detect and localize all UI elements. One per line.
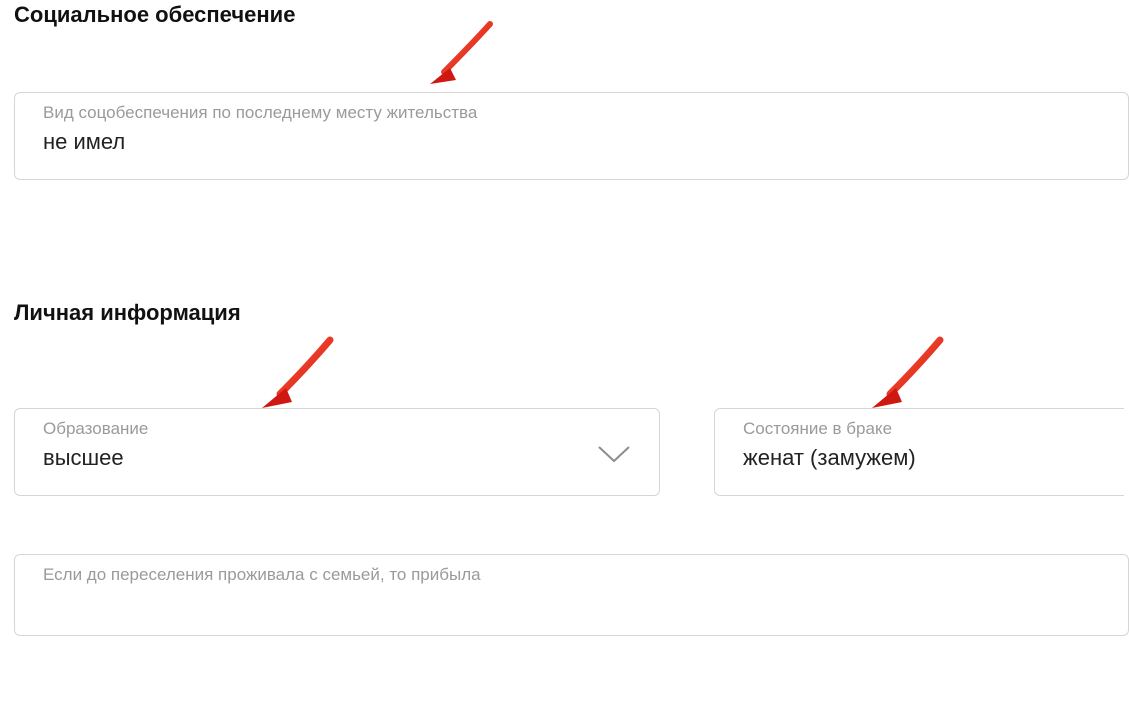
- family-arrival-field[interactable]: Если до переселения проживала с семьей, …: [14, 554, 1129, 636]
- personal-info-heading: Личная информация: [14, 300, 1129, 326]
- social-security-label: Вид соцобеспечения по последнему месту ж…: [43, 103, 1110, 123]
- education-select[interactable]: Образование высшее: [14, 408, 660, 496]
- marital-status-value: женат (замужем): [743, 445, 1106, 471]
- social-security-heading: Социальное обеспечение: [14, 2, 1129, 28]
- marital-status-field[interactable]: Состояние в браке женат (замужем): [714, 408, 1124, 496]
- social-security-value: не имел: [43, 129, 1110, 155]
- social-security-field[interactable]: Вид соцобеспечения по последнему месту ж…: [14, 92, 1129, 180]
- education-label: Образование: [43, 419, 641, 439]
- chevron-down-icon: [597, 445, 631, 470]
- marital-status-label: Состояние в браке: [743, 419, 1106, 439]
- family-arrival-label: Если до переселения проживала с семьей, …: [43, 565, 1110, 585]
- annotation-arrow-icon: [420, 16, 500, 96]
- education-value: высшее: [43, 445, 641, 471]
